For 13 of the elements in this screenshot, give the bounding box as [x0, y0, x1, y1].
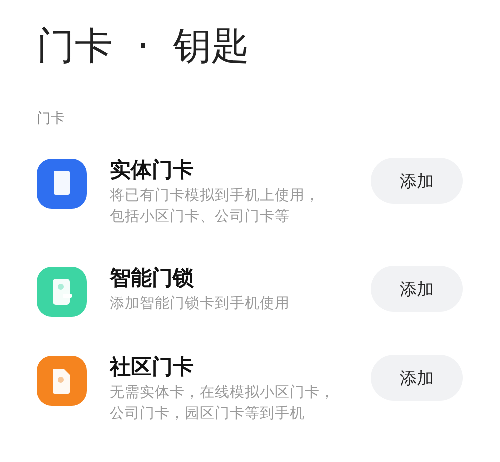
item-title: 实体门卡: [110, 157, 195, 184]
description-line: 公司门卡，园区门卡等到手机: [110, 404, 305, 424]
description-line: 无需实体卡，在线模拟小区门卡，: [110, 384, 335, 403]
add-button[interactable]: 添加: [371, 355, 463, 401]
page-title: 门卡 · 钥匙: [37, 23, 250, 70]
item-title: 社区门卡: [110, 354, 195, 381]
description-line: 添加智能门锁卡到手机使用: [110, 294, 290, 314]
add-button[interactable]: 添加: [371, 158, 463, 204]
description-line: 将已有门卡模拟到手机上使用，: [110, 186, 320, 206]
item-title: 智能门锁: [110, 265, 195, 292]
section-label: 门卡: [37, 110, 66, 128]
add-button[interactable]: 添加: [371, 266, 463, 312]
description-line: 包括小区门卡、公司门卡等: [110, 208, 290, 227]
